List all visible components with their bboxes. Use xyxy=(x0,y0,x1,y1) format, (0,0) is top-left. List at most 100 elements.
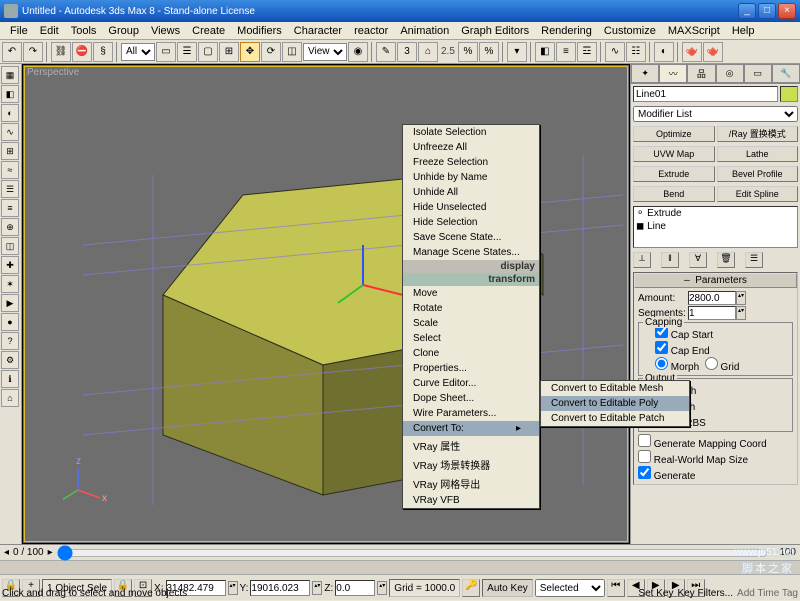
reactor-spring-icon[interactable]: ≡ xyxy=(1,199,19,217)
mi-vray-props[interactable]: VRay 属性 xyxy=(403,436,539,455)
link-button[interactable]: ⛓ xyxy=(51,42,71,62)
mi-move[interactable]: Move xyxy=(403,286,539,301)
gen-map-checkbox[interactable] xyxy=(638,434,651,447)
reactor-help-icon[interactable]: ℹ xyxy=(1,370,19,388)
menu-rendering[interactable]: Rendering xyxy=(535,25,598,37)
move-button[interactable]: ✥ xyxy=(240,42,260,62)
mi-unhide-by-name[interactable]: Unhide by Name xyxy=(403,170,539,185)
redo-button[interactable]: ↷ xyxy=(23,42,43,62)
reactor-water-icon[interactable]: ≈ xyxy=(1,161,19,179)
tab-motion[interactable]: ◎ xyxy=(716,64,744,83)
menu-views[interactable]: Views xyxy=(145,25,186,37)
key-filters-button[interactable]: Key Filters... xyxy=(677,588,733,599)
reactor-toy-icon[interactable]: ✚ xyxy=(1,256,19,274)
mi-convert-to[interactable]: Convert To: xyxy=(403,421,539,436)
rotate-button[interactable]: ⟳ xyxy=(261,42,281,62)
stack-line[interactable]: ◼ Line xyxy=(634,220,797,233)
undo-button[interactable]: ↶ xyxy=(2,42,22,62)
reactor-plane-icon[interactable]: ◫ xyxy=(1,237,19,255)
reactor-analyze-icon[interactable]: ? xyxy=(1,332,19,350)
ref-coord-system[interactable]: View xyxy=(303,43,347,61)
morph-radio[interactable] xyxy=(655,357,668,370)
set-key-button[interactable]: Set Key xyxy=(638,588,673,599)
mi-unhide-all[interactable]: Unhide All xyxy=(403,185,539,200)
reactor-fracture-icon[interactable]: ✶ xyxy=(1,275,19,293)
snap-toggle[interactable]: 3 xyxy=(397,42,417,62)
reactor-wind-icon[interactable]: ☰ xyxy=(1,180,19,198)
spinner-snap-toggle[interactable]: % xyxy=(479,42,499,62)
tab-hierarchy[interactable]: 品 xyxy=(687,64,715,83)
reactor-utilities-icon[interactable]: ⚙ xyxy=(1,351,19,369)
reactor-about-icon[interactable]: ⌂ xyxy=(1,389,19,407)
show-end-result-icon[interactable]: ‖ xyxy=(661,252,679,268)
menu-character[interactable]: Character xyxy=(288,25,348,37)
curve-editor-button[interactable]: ∿ xyxy=(605,42,625,62)
mi-vray-vfb[interactable]: VRay VFB xyxy=(403,493,539,508)
segments-field[interactable] xyxy=(688,306,736,320)
angle-snap-toggle[interactable]: ⌂ xyxy=(418,42,438,62)
mi-freeze-selection[interactable]: Freeze Selection xyxy=(403,155,539,170)
layers-button[interactable]: ☲ xyxy=(577,42,597,62)
mi-curve-editor[interactable]: Curve Editor... xyxy=(403,376,539,391)
object-color-swatch[interactable] xyxy=(780,86,798,102)
cap-end-checkbox[interactable] xyxy=(655,341,668,354)
mi-vray-mesh-export[interactable]: VRay 网格导出 xyxy=(403,474,539,493)
align-button[interactable]: ≡ xyxy=(556,42,576,62)
amount-field[interactable] xyxy=(688,291,736,305)
mi-convert-editable-poly[interactable]: Convert to Editable Poly xyxy=(541,396,689,411)
render-scene-button[interactable]: 🫖 xyxy=(682,42,702,62)
btn-edit-spline[interactable]: Edit Spline xyxy=(717,186,799,202)
menu-customize[interactable]: Customize xyxy=(598,25,662,37)
btn-lathe[interactable]: Lathe xyxy=(717,146,799,162)
reactor-cloth-icon[interactable]: ◧ xyxy=(1,85,19,103)
mi-unfreeze-all[interactable]: Unfreeze All xyxy=(403,140,539,155)
mi-manage-scene-states[interactable]: Manage Scene States... xyxy=(403,245,539,260)
named-selection-sets[interactable]: ▾ xyxy=(507,42,527,62)
mi-scale[interactable]: Scale xyxy=(403,316,539,331)
select-region-button[interactable]: ▢ xyxy=(198,42,218,62)
reactor-preview-icon[interactable]: ▶ xyxy=(1,294,19,312)
btn-extrude[interactable]: Extrude xyxy=(633,166,715,182)
object-name-field[interactable] xyxy=(633,86,778,102)
mi-convert-editable-mesh[interactable]: Convert to Editable Mesh xyxy=(541,381,689,396)
close-button[interactable]: × xyxy=(778,3,796,19)
reactor-rope-icon[interactable]: ∿ xyxy=(1,123,19,141)
mi-hide-unselected[interactable]: Hide Unselected xyxy=(403,200,539,215)
mi-vray-scene-convert[interactable]: VRay 场景转换器 xyxy=(403,455,539,474)
track-bar[interactable] xyxy=(0,561,800,575)
quick-render-button[interactable]: 🫖 xyxy=(703,42,723,62)
select-by-name-button[interactable]: ☰ xyxy=(177,42,197,62)
mi-clone[interactable]: Clone xyxy=(403,346,539,361)
real-world-checkbox[interactable] xyxy=(638,450,651,463)
menu-group[interactable]: Group xyxy=(102,25,145,37)
reactor-create-anim-icon[interactable]: ● xyxy=(1,313,19,331)
grid-radio[interactable] xyxy=(705,357,718,370)
time-slider[interactable] xyxy=(57,545,768,561)
menu-tools[interactable]: Tools xyxy=(65,25,103,37)
mi-save-scene-state[interactable]: Save Scene State... xyxy=(403,230,539,245)
rollout-header[interactable]: – Parameters xyxy=(634,273,797,288)
scale-button[interactable]: ◫ xyxy=(282,42,302,62)
time-prev-button[interactable]: ◂ xyxy=(4,547,9,558)
manipulate-button[interactable]: ✎ xyxy=(376,42,396,62)
convert-to-submenu[interactable]: Convert to Editable Mesh Convert to Edit… xyxy=(540,380,690,427)
btn-vray-disp[interactable]: /Ray 置换模式 xyxy=(717,126,799,142)
btn-optimize[interactable]: Optimize xyxy=(633,126,715,142)
pivot-center-button[interactable]: ◉ xyxy=(348,42,368,62)
schematic-view-button[interactable]: ☷ xyxy=(626,42,646,62)
window-cross-button[interactable]: ⊞ xyxy=(219,42,239,62)
menu-graph-editors[interactable]: Graph Editors xyxy=(455,25,535,37)
percent-snap-toggle[interactable]: % xyxy=(458,42,478,62)
tab-create[interactable]: ✦ xyxy=(631,64,659,83)
modifier-list[interactable]: Modifier List xyxy=(633,106,798,122)
btn-bevel-profile[interactable]: Bevel Profile xyxy=(717,166,799,182)
configure-sets-icon[interactable]: ☰ xyxy=(745,252,763,268)
maximize-button[interactable]: □ xyxy=(758,3,776,19)
bind-spacewarp-button[interactable]: § xyxy=(93,42,113,62)
mi-properties[interactable]: Properties... xyxy=(403,361,539,376)
menu-edit[interactable]: Edit xyxy=(34,25,65,37)
mi-wire-parameters[interactable]: Wire Parameters... xyxy=(403,406,539,421)
mi-rotate[interactable]: Rotate xyxy=(403,301,539,316)
menu-animation[interactable]: Animation xyxy=(394,25,455,37)
unlink-button[interactable]: ⛔ xyxy=(72,42,92,62)
